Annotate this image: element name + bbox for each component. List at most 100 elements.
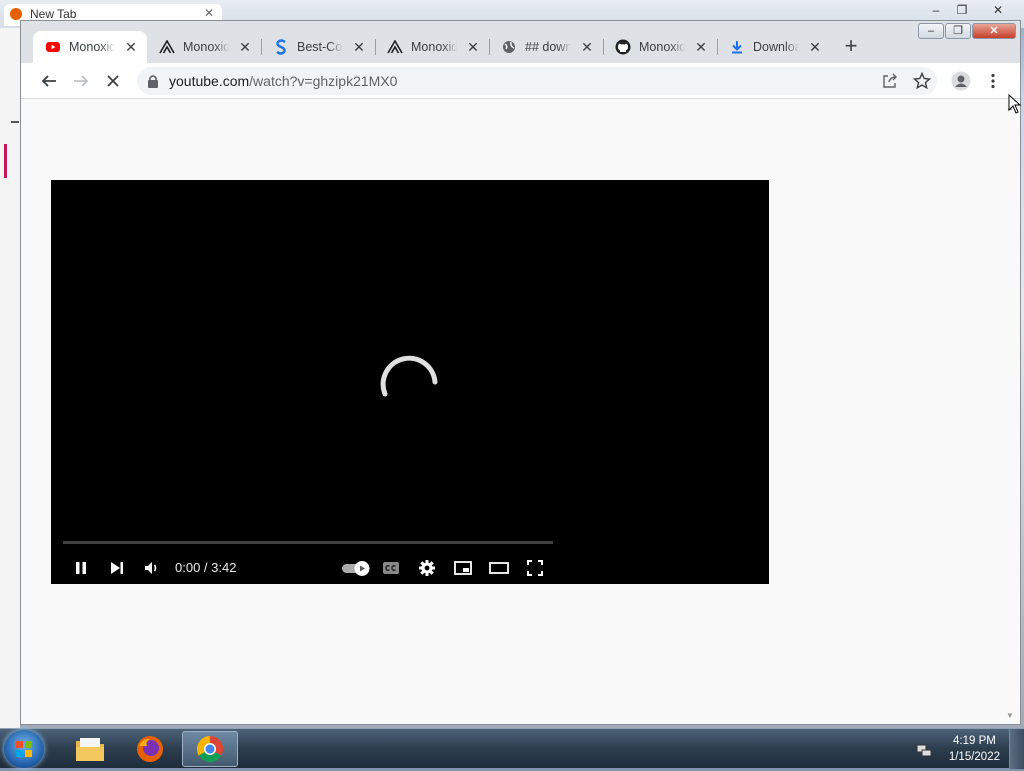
url-path: /watch?v=ghzipk21MX0 — [249, 73, 398, 89]
window-controls: – ❐ ✕ — [918, 23, 1016, 41]
skip-next-icon — [111, 562, 123, 574]
background-tab-close-icon[interactable]: ✕ — [204, 6, 214, 20]
clock-date: 1/15/2022 — [948, 751, 1000, 763]
autoplay-toggle-icon — [342, 561, 370, 576]
profile-button[interactable] — [947, 67, 975, 95]
kebab-menu-icon — [991, 73, 995, 89]
mute-button[interactable] — [140, 556, 164, 580]
background-minimize-button[interactable]: – — [926, 3, 946, 19]
tab-title: Best-Codec — [297, 40, 343, 54]
pause-icon — [76, 562, 86, 574]
address-url: youtube.com/watch?v=ghzipk21MX0 — [169, 73, 397, 89]
download-icon — [729, 39, 745, 55]
browser-toolbar: youtube.com/watch?v=ghzipk21MX0 — [21, 63, 1020, 99]
pause-button[interactable] — [69, 556, 93, 580]
tab-close-icon[interactable]: ✕ — [465, 39, 481, 55]
time-current: 0:00 — [175, 560, 201, 575]
settings-button[interactable] — [415, 556, 439, 580]
url-host: youtube.com — [169, 73, 250, 89]
forward-button[interactable] — [67, 67, 95, 95]
tab-close-icon[interactable]: ✕ — [351, 39, 367, 55]
share-icon[interactable] — [881, 72, 899, 90]
monoxide-logo-icon — [387, 39, 403, 55]
time-display: 0:00 / 3:42 — [175, 560, 236, 575]
tab-title: Download — [753, 40, 799, 54]
mouse-cursor-icon — [1008, 94, 1022, 114]
tab-close-icon[interactable]: ✕ — [237, 39, 253, 55]
miniplayer-button[interactable] — [451, 556, 475, 580]
youtube-icon — [45, 39, 61, 55]
tab-monoxide-1[interactable]: Monoxide ✕ — [147, 31, 261, 63]
globe-icon — [501, 39, 517, 55]
close-window-button[interactable]: ✕ — [972, 23, 1016, 39]
chrome-icon — [196, 735, 223, 763]
tab-close-icon[interactable]: ✕ — [579, 39, 595, 55]
github-icon — [615, 39, 631, 55]
tab-title: Monoxide — [639, 40, 685, 54]
windows-logo-icon — [16, 741, 32, 757]
tab-strip: Monoxide ✕ Monoxide ✕ Best-Codec ✕ Monox… — [33, 31, 831, 63]
stop-loading-button[interactable] — [99, 67, 127, 95]
tab-github-monoxide[interactable]: Monoxide ✕ — [603, 31, 717, 63]
menu-button[interactable] — [979, 67, 1007, 95]
loading-spinner-icon — [380, 355, 438, 397]
background-tab-label: New Tab — [30, 7, 77, 21]
background-maximize-button[interactable]: ❐ — [952, 3, 972, 19]
back-button[interactable] — [35, 67, 63, 95]
taskbar-firefox[interactable] — [122, 731, 178, 767]
minimize-button[interactable]: – — [918, 23, 944, 39]
firefox-icon — [10, 8, 22, 20]
tab-close-icon[interactable]: ✕ — [693, 39, 709, 55]
tab-title: Monoxide — [69, 40, 115, 54]
time-separator: / — [200, 560, 212, 575]
theater-mode-icon — [489, 562, 509, 574]
tab-monoxide-2[interactable]: Monoxide ✕ — [375, 31, 489, 63]
new-tab-button[interactable]: + — [837, 35, 865, 59]
tab-title: Monoxide — [183, 40, 229, 54]
monoxide-logo-icon — [159, 39, 175, 55]
show-desktop-button[interactable] — [1009, 729, 1024, 769]
autoplay-toggle[interactable] — [341, 556, 373, 580]
next-video-button[interactable] — [105, 556, 129, 580]
profile-avatar-icon — [951, 71, 971, 91]
player-controls: 0:00 / 3:42 — [51, 552, 769, 584]
fullscreen-button[interactable] — [523, 556, 547, 580]
address-bar[interactable]: youtube.com/watch?v=ghzipk21MX0 — [137, 67, 937, 95]
tab-youtube[interactable]: Monoxide ✕ — [33, 31, 147, 63]
stop-x-icon — [107, 75, 119, 87]
lock-icon — [148, 75, 158, 88]
taskbar-clock[interactable]: 4:19 PM 1/15/2022 — [949, 733, 1000, 765]
chrome-window: – ❐ ✕ Monoxide ✕ Monoxide ✕ Best-Codec ✕ — [20, 20, 1021, 725]
closed-captions-icon — [383, 562, 399, 574]
dollar-s-icon — [273, 39, 289, 55]
subtitles-button[interactable] — [379, 556, 403, 580]
bookmark-star-icon[interactable] — [913, 72, 931, 90]
tab-close-icon[interactable]: ✕ — [123, 39, 139, 55]
volume-icon — [145, 562, 157, 574]
background-window-edge — [0, 28, 20, 728]
tab-title: Monoxide — [411, 40, 457, 54]
video-progress-bar[interactable] — [63, 541, 553, 544]
page-content: 0:00 / 3:42 ▼ — [21, 99, 1020, 724]
video-player[interactable]: 0:00 / 3:42 — [51, 180, 769, 584]
taskbar-file-explorer[interactable] — [62, 731, 118, 767]
scroll-down-icon[interactable]: ▼ — [1006, 711, 1014, 720]
gear-icon — [419, 560, 435, 576]
tab-download[interactable]: Download ✕ — [717, 31, 831, 63]
taskbar: 4:19 PM 1/15/2022 — [0, 728, 1024, 769]
tab-close-icon[interactable]: ✕ — [807, 39, 823, 55]
theater-mode-button[interactable] — [487, 556, 511, 580]
tab-best-codec[interactable]: Best-Codec ✕ — [261, 31, 375, 63]
maximize-button[interactable]: ❐ — [945, 23, 971, 39]
firefox-icon — [137, 736, 163, 762]
tab-download-markdown[interactable]: ## download ✕ — [489, 31, 603, 63]
fullscreen-icon — [527, 560, 543, 576]
vertical-scrollbar[interactable]: ▲ ▼ — [1003, 99, 1020, 724]
time-duration: 3:42 — [211, 560, 237, 575]
network-tray-icon[interactable] — [916, 741, 932, 757]
background-close-button[interactable]: ✕ — [988, 3, 1008, 19]
start-button[interactable] — [4, 730, 44, 768]
miniplayer-icon — [454, 561, 472, 575]
forward-arrow-icon — [74, 75, 89, 87]
taskbar-chrome[interactable] — [182, 731, 238, 767]
